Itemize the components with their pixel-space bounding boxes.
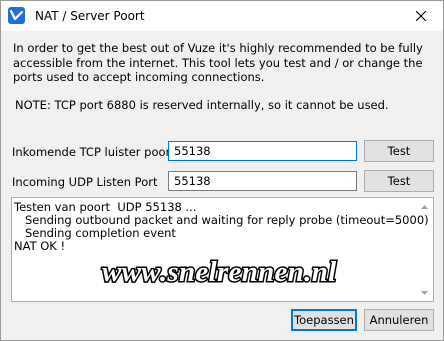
- chevron-down-icon: [421, 290, 428, 295]
- chevron-up-icon: [421, 204, 428, 209]
- watermark-logo: www.snelrennen.nl: [101, 255, 339, 290]
- vuze-icon: [8, 7, 25, 24]
- udp-test-button[interactable]: Test: [364, 170, 434, 192]
- title-bar[interactable]: NAT / Server Poort: [1, 1, 443, 31]
- apply-button[interactable]: Toepassen: [291, 309, 357, 331]
- cancel-button[interactable]: Annuleren: [364, 309, 434, 331]
- udp-port-input[interactable]: [168, 171, 357, 191]
- svg-text:www.snelrennen.nl: www.snelrennen.nl: [102, 256, 337, 288]
- dialog-window: NAT / Server Poort In order to get the b…: [0, 0, 444, 341]
- tcp-port-label: Inkomende TCP luister poort: [12, 145, 175, 159]
- note-text: NOTE: TCP port 6880 is reserved internal…: [15, 98, 389, 112]
- intro-text: In order to get the best out of Vuze it'…: [13, 41, 423, 84]
- tcp-test-button[interactable]: Test: [364, 140, 434, 162]
- tcp-port-input[interactable]: [168, 141, 357, 161]
- close-icon: [416, 11, 426, 21]
- close-button[interactable]: [399, 1, 443, 31]
- log-line: NAT OK !: [14, 239, 66, 253]
- udp-port-label: Incoming UDP Listen Port: [12, 175, 158, 189]
- window-title: NAT / Server Poort: [35, 9, 145, 23]
- scroll-up-button[interactable]: [417, 199, 432, 214]
- scroll-down-button[interactable]: [417, 285, 432, 300]
